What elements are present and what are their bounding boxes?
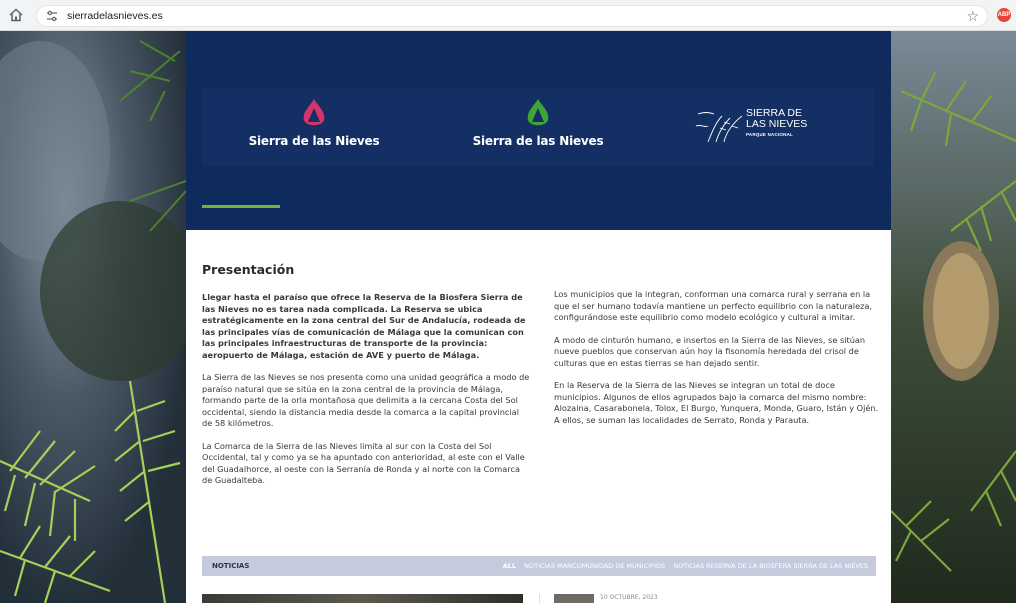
adblock-icon[interactable]: ABP (997, 8, 1011, 22)
logo-parque-nacional[interactable]: SIERRA DE LAS NIEVES PARQUE NACIONAL (650, 88, 874, 166)
logo-strip: Sierra de las Nieves Sierra de las Nieve… (202, 88, 874, 166)
mountain-drop-icon (303, 99, 325, 126)
home-icon[interactable] (8, 7, 24, 23)
mountain-drop-icon (527, 99, 549, 126)
news-featured-image[interactable] (202, 594, 523, 603)
news-filters: ALL NOTICIAS MANCOMUNIDAD DE MUNICIPIOS … (497, 562, 868, 570)
paragraph: Los municipios que la integran, conforma… (554, 289, 873, 322)
news-bar: NOTICIAS ALL NOTICIAS MANCOMUNIDAD DE MU… (202, 556, 876, 576)
news-divider (539, 594, 540, 603)
hero-accent-underline (202, 205, 280, 208)
background-left-pine (0, 31, 186, 603)
address-bar[interactable]: sierradelasnieves.es ☆ (36, 5, 988, 27)
filter-reserva-biosfera[interactable]: NOTICIAS RESERVA DE LA BIOSFERA SIERRA D… (673, 562, 868, 570)
paragraph: La Comarca de la Sierra de las Nieves li… (202, 440, 525, 486)
main-page: Sierra de las Nieves Sierra de las Nieve… (186, 31, 891, 603)
parque-nacional-text: SIERRA DE LAS NIEVES PARQUE NACIONAL (746, 107, 808, 138)
tune-icon[interactable] (45, 9, 59, 23)
logo-reserva-pink[interactable]: Sierra de las Nieves (202, 88, 426, 166)
section-title: Presentación (202, 262, 295, 277)
star-icon[interactable]: ☆ (966, 8, 979, 24)
lead-paragraph: Llegar hasta el paraíso que ofrece la Re… (202, 292, 526, 360)
background-right-pine (891, 31, 1016, 603)
pinsapo-sketch-icon (695, 112, 743, 143)
url-text[interactable]: sierradelasnieves.es (67, 10, 163, 22)
filter-mancomunidad[interactable]: NOTICIAS MANCOMUNIDAD DE MUNICIPIOS (524, 562, 665, 570)
logo-reserva-green[interactable]: Sierra de las Nieves (426, 88, 650, 166)
logo-name: Sierra de las Nieves (472, 134, 604, 148)
presentation-right-column: Los municipios que la integran, conforma… (554, 289, 882, 437)
filter-all[interactable]: ALL (503, 562, 516, 570)
paragraph: A modo de cinturón humano, e insertos en… (554, 334, 866, 368)
news-date: 10 OCTUBRE, 2023 (600, 594, 658, 601)
news-label: NOTICIAS (212, 562, 250, 570)
paragraph: La Sierra de las Nieves se nos presenta … (202, 372, 530, 428)
hero-banner: Sierra de las Nieves Sierra de las Nieve… (186, 31, 891, 230)
logo-name: Sierra de las Nieves (248, 134, 380, 148)
browser-toolbar: sierradelasnieves.es ☆ ABP (0, 0, 1016, 31)
presentation-left-column: Llegar hasta el paraíso que ofrece la Re… (202, 292, 530, 498)
paragraph: En la Reserva de la Sierra de las Nieves… (554, 380, 879, 425)
news-thumbnail[interactable] (554, 594, 594, 603)
